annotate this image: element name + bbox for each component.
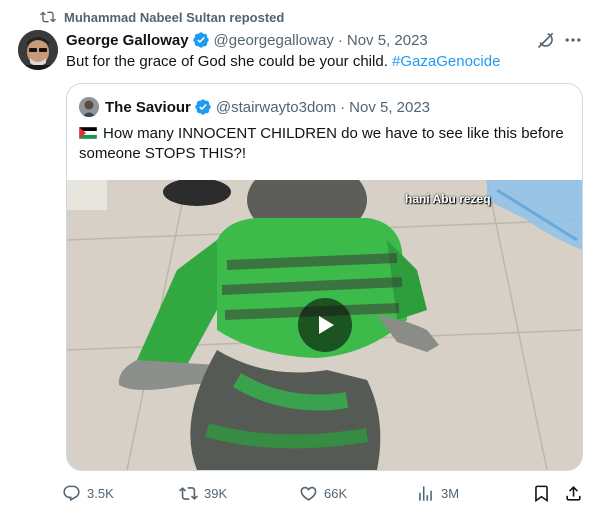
video-watermark: hani Abu rezeq — [405, 192, 491, 206]
quote-avatar[interactable] — [79, 97, 99, 117]
quoted-tweet[interactable]: The Saviour @stairwayto3dom · Nov 5, 202… — [66, 83, 583, 471]
quote-date[interactable]: Nov 5, 2023 — [349, 99, 430, 116]
views-button[interactable]: 3M — [416, 480, 459, 506]
repost-text: Muhammad Nabeel Sultan reposted — [64, 9, 285, 25]
grok-icon[interactable] — [536, 30, 556, 50]
reply-icon — [63, 485, 80, 501]
repost-button[interactable]: 39K — [179, 480, 227, 506]
like-count: 66K — [324, 485, 348, 501]
quote-author-name[interactable]: The Saviour — [105, 99, 191, 116]
verified-badge-icon — [195, 99, 211, 115]
quote-body: How many INNOCENT CHILDREN do we have to… — [79, 125, 564, 162]
video-media[interactable]: hani Abu rezeq — [67, 180, 582, 470]
repost-indicator[interactable]: Muhammad Nabeel Sultan reposted — [40, 8, 284, 26]
verified-badge-icon — [192, 32, 209, 48]
hashtag-link[interactable]: #GazaGenocide — [392, 53, 500, 70]
tweet-header: George Galloway @georgegalloway · Nov 5,… — [66, 30, 428, 50]
bookmark-icon — [535, 485, 548, 502]
repost-icon — [40, 11, 56, 23]
share-button[interactable] — [564, 480, 583, 506]
author-avatar[interactable] — [18, 30, 58, 70]
play-button[interactable] — [298, 298, 352, 352]
quote-header: The Saviour @stairwayto3dom · Nov 5, 202… — [79, 96, 430, 118]
reply-count: 3.5K — [87, 485, 114, 501]
share-icon — [566, 485, 581, 501]
author-name[interactable]: George Galloway — [66, 32, 189, 49]
tweet-body: But for the grace of God she could be yo… — [66, 53, 388, 70]
reply-button[interactable]: 3.5K — [62, 480, 114, 506]
repost-icon — [179, 486, 198, 500]
repost-count: 39K — [204, 485, 228, 501]
like-button[interactable]: 66K — [299, 480, 347, 506]
view-count: 3M — [441, 485, 460, 501]
quote-text: How many INNOCENT CHILDREN do we have to… — [79, 124, 574, 164]
tweet-actions: 3.5K 39K 66K 3M — [62, 480, 587, 506]
bookmark-button[interactable] — [532, 480, 551, 506]
palestine-flag-icon — [79, 127, 97, 139]
avatar-image — [18, 30, 58, 70]
separator-dot: · — [337, 31, 343, 49]
author-handle[interactable]: @georgegalloway — [214, 32, 334, 49]
views-icon — [419, 485, 432, 501]
separator-dot: · — [340, 98, 346, 116]
more-icon[interactable] — [563, 30, 583, 50]
tweet-date[interactable]: Nov 5, 2023 — [347, 32, 428, 49]
tweet-text: But for the grace of God she could be yo… — [66, 52, 500, 72]
quote-avatar-image — [79, 97, 99, 117]
play-icon — [319, 316, 334, 334]
quote-author-handle[interactable]: @stairwayto3dom — [216, 99, 336, 116]
like-icon — [300, 486, 317, 501]
